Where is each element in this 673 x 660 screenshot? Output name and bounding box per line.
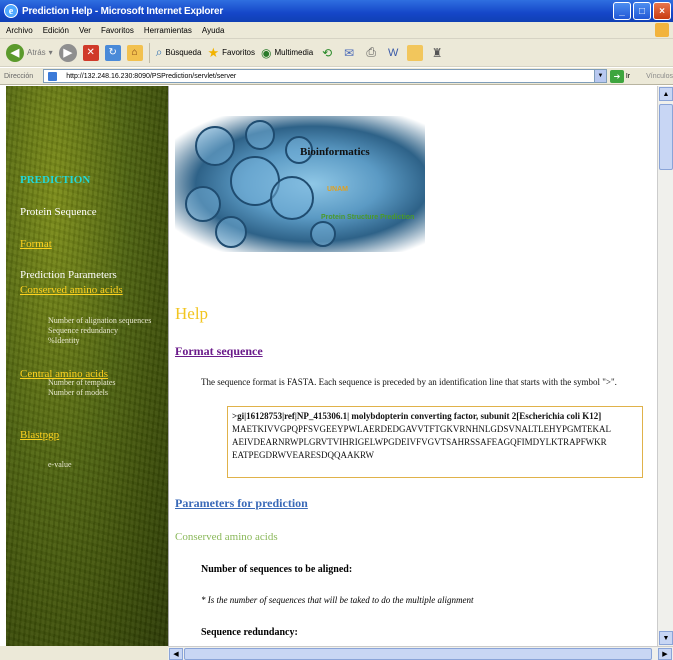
- address-value: http://132.248.16.230:8090/PSPrediction/…: [66, 72, 237, 80]
- sidebar-blast-link[interactable]: Blastpgp: [20, 429, 59, 441]
- home-icon[interactable]: ⌂: [126, 44, 143, 61]
- media-button[interactable]: ◉ Multimedia: [261, 46, 313, 60]
- molecule-cell: [270, 176, 314, 220]
- search-button[interactable]: ⌕ Búsqueda: [156, 45, 202, 60]
- scroll-right-icon[interactable]: ▶: [658, 648, 672, 660]
- number-sequences-heading: Number of sequences to be aligned:: [201, 564, 353, 575]
- mail-icon[interactable]: ✉: [341, 45, 357, 61]
- media-label: Multimedia: [274, 48, 314, 57]
- sidebar-sub-templates[interactable]: Number of templates: [48, 378, 116, 388]
- sidebar-format-link[interactable]: Format: [20, 238, 52, 250]
- sequence-line: EATPEGDRWVEARESDQQAAKRW: [232, 450, 375, 460]
- toolbar-separator: [148, 42, 150, 63]
- parameters-heading[interactable]: Parameters for prediction: [175, 496, 308, 511]
- links-label[interactable]: Vínculos: [646, 73, 673, 80]
- example-sequence-box: >gi|16128753|ref|NP_415306.1| molybdopte…: [227, 406, 643, 478]
- address-bar: Dirección http://132.248.16.230:8090/PSP…: [0, 68, 673, 85]
- menu-archivo[interactable]: Archivo: [6, 26, 33, 35]
- refresh-icon[interactable]: ↻: [104, 44, 121, 61]
- menu-ver[interactable]: Ver: [79, 26, 91, 35]
- messenger-icon[interactable]: ♜: [429, 45, 445, 61]
- vertical-scroll-thumb[interactable]: [659, 104, 673, 170]
- history-icon[interactable]: ⟲: [319, 45, 335, 61]
- banner-unam: UNAM: [327, 186, 348, 193]
- frame-bottom: [0, 646, 168, 660]
- minimize-button[interactable]: _: [613, 2, 631, 20]
- windows-flag-icon: [655, 23, 669, 37]
- sequence-line: AEIVDEARNRWPLGRVTVIHRIGELWPGDEIVFVGVTSAH…: [232, 437, 607, 447]
- molecule-cell: [195, 126, 235, 166]
- star-icon: ★: [207, 44, 220, 60]
- format-sequence-heading[interactable]: Format sequence: [175, 344, 263, 359]
- sidebar-sub-redundancy[interactable]: Sequence redundancy: [48, 326, 118, 336]
- address-label: Dirección: [4, 72, 34, 80]
- molecule-cell: [185, 186, 221, 222]
- banner-title: Bioinformatics: [300, 146, 370, 158]
- content-area: PREDICTION Protein Sequence Format Predi…: [0, 86, 673, 646]
- stop-icon[interactable]: ✕: [82, 44, 99, 61]
- menu-ayuda[interactable]: Ayuda: [202, 26, 225, 35]
- sidebar-sub-models[interactable]: Number of models: [48, 388, 108, 398]
- sidebar-nav: PREDICTION Protein Sequence Format Predi…: [6, 86, 168, 646]
- menu-favoritos[interactable]: Favoritos: [101, 26, 134, 35]
- back-label: Atrás: [27, 48, 46, 57]
- vertical-scrollbar[interactable]: ▲ ▼: [657, 86, 673, 646]
- sequence-header: >gi|16128753|ref|NP_415306.1| molybdopte…: [232, 411, 602, 421]
- sequence-redundancy-heading: Sequence redundancy:: [201, 627, 298, 638]
- sidebar-prediction-parameters: Prediction Parameters: [20, 269, 117, 281]
- molecule-cell: [245, 120, 275, 150]
- print-icon[interactable]: ⎙: [363, 45, 379, 61]
- sidebar-background: [6, 86, 168, 646]
- maximize-button[interactable]: □: [633, 2, 651, 20]
- molecule-cell: [310, 221, 336, 247]
- horizontal-scrollbar[interactable]: ◀ ▶: [168, 646, 673, 660]
- sidebar-sub-alignation[interactable]: Number of alignation sequences: [48, 316, 151, 326]
- sidebar-prediction-heading: PREDICTION: [20, 174, 91, 186]
- go-label[interactable]: Ir: [626, 73, 630, 80]
- window-titlebar[interactable]: e Prediction Help - Microsoft Internet E…: [0, 0, 673, 22]
- scroll-up-icon[interactable]: ▲: [659, 87, 673, 101]
- sidebar-sub-evalue[interactable]: e-value: [48, 460, 72, 470]
- sidebar-sub-identity[interactable]: %Identity: [48, 336, 80, 346]
- horizontal-scroll-thumb[interactable]: [184, 648, 652, 660]
- scroll-down-icon[interactable]: ▼: [659, 631, 673, 645]
- conserved-heading: Conserved amino acids: [175, 531, 278, 543]
- search-label: Búsqueda: [165, 48, 202, 57]
- sidebar-protein-sequence[interactable]: Protein Sequence: [20, 206, 97, 218]
- scroll-left-icon[interactable]: ◀: [169, 648, 183, 660]
- sequence-line: MAETKIVVGPQPFSVGEEYPWLAERDEDGAVVTFTGKVRN…: [232, 424, 612, 434]
- back-button[interactable]: ◀ Atrás ▾: [6, 43, 53, 62]
- page-icon: [48, 72, 58, 81]
- go-button[interactable]: ➔: [609, 69, 624, 83]
- menu-bar: Archivo Edición Ver Favoritos Herramient…: [0, 22, 673, 39]
- close-button[interactable]: ×: [653, 2, 671, 20]
- media-icon: ◉: [261, 45, 272, 60]
- help-title: Help: [175, 304, 209, 323]
- back-arrow-icon: ◀: [6, 43, 24, 62]
- banner-subtitle: Protein Structure Prediction: [321, 214, 415, 221]
- edit-icon[interactable]: W: [385, 45, 401, 61]
- main-content: Bioinformatics UNAM Protein Structure Pr…: [168, 86, 657, 646]
- search-icon: ⌕: [155, 45, 163, 59]
- address-dropdown-icon[interactable]: ▼: [593, 70, 606, 82]
- sidebar-conserved-link[interactable]: Conserved amino acids: [20, 284, 123, 296]
- bioinformatics-banner: Bioinformatics UNAM Protein Structure Pr…: [175, 116, 425, 252]
- menu-edicion[interactable]: Edición: [43, 26, 69, 35]
- toolbar: ◀ Atrás ▾ ▶ ✕ ↻ ⌂ ⌕ Búsqueda ★ Favoritos…: [0, 39, 673, 67]
- menu-herramientas[interactable]: Herramientas: [144, 26, 192, 35]
- favorites-button[interactable]: ★ Favoritos: [207, 45, 255, 61]
- folder-icon[interactable]: [407, 44, 424, 61]
- address-input[interactable]: http://132.248.16.230:8090/PSPrediction/…: [43, 69, 607, 83]
- fasta-description: The sequence format is FASTA. Each seque…: [201, 377, 617, 387]
- number-sequences-text: * Is the number of sequences that will b…: [201, 595, 474, 605]
- forward-button[interactable]: ▶: [58, 43, 77, 62]
- window-title: Prediction Help - Microsoft Internet Exp…: [22, 5, 224, 17]
- molecule-cell: [215, 216, 247, 248]
- favorites-label: Favoritos: [222, 48, 256, 57]
- ie-icon: e: [4, 4, 18, 18]
